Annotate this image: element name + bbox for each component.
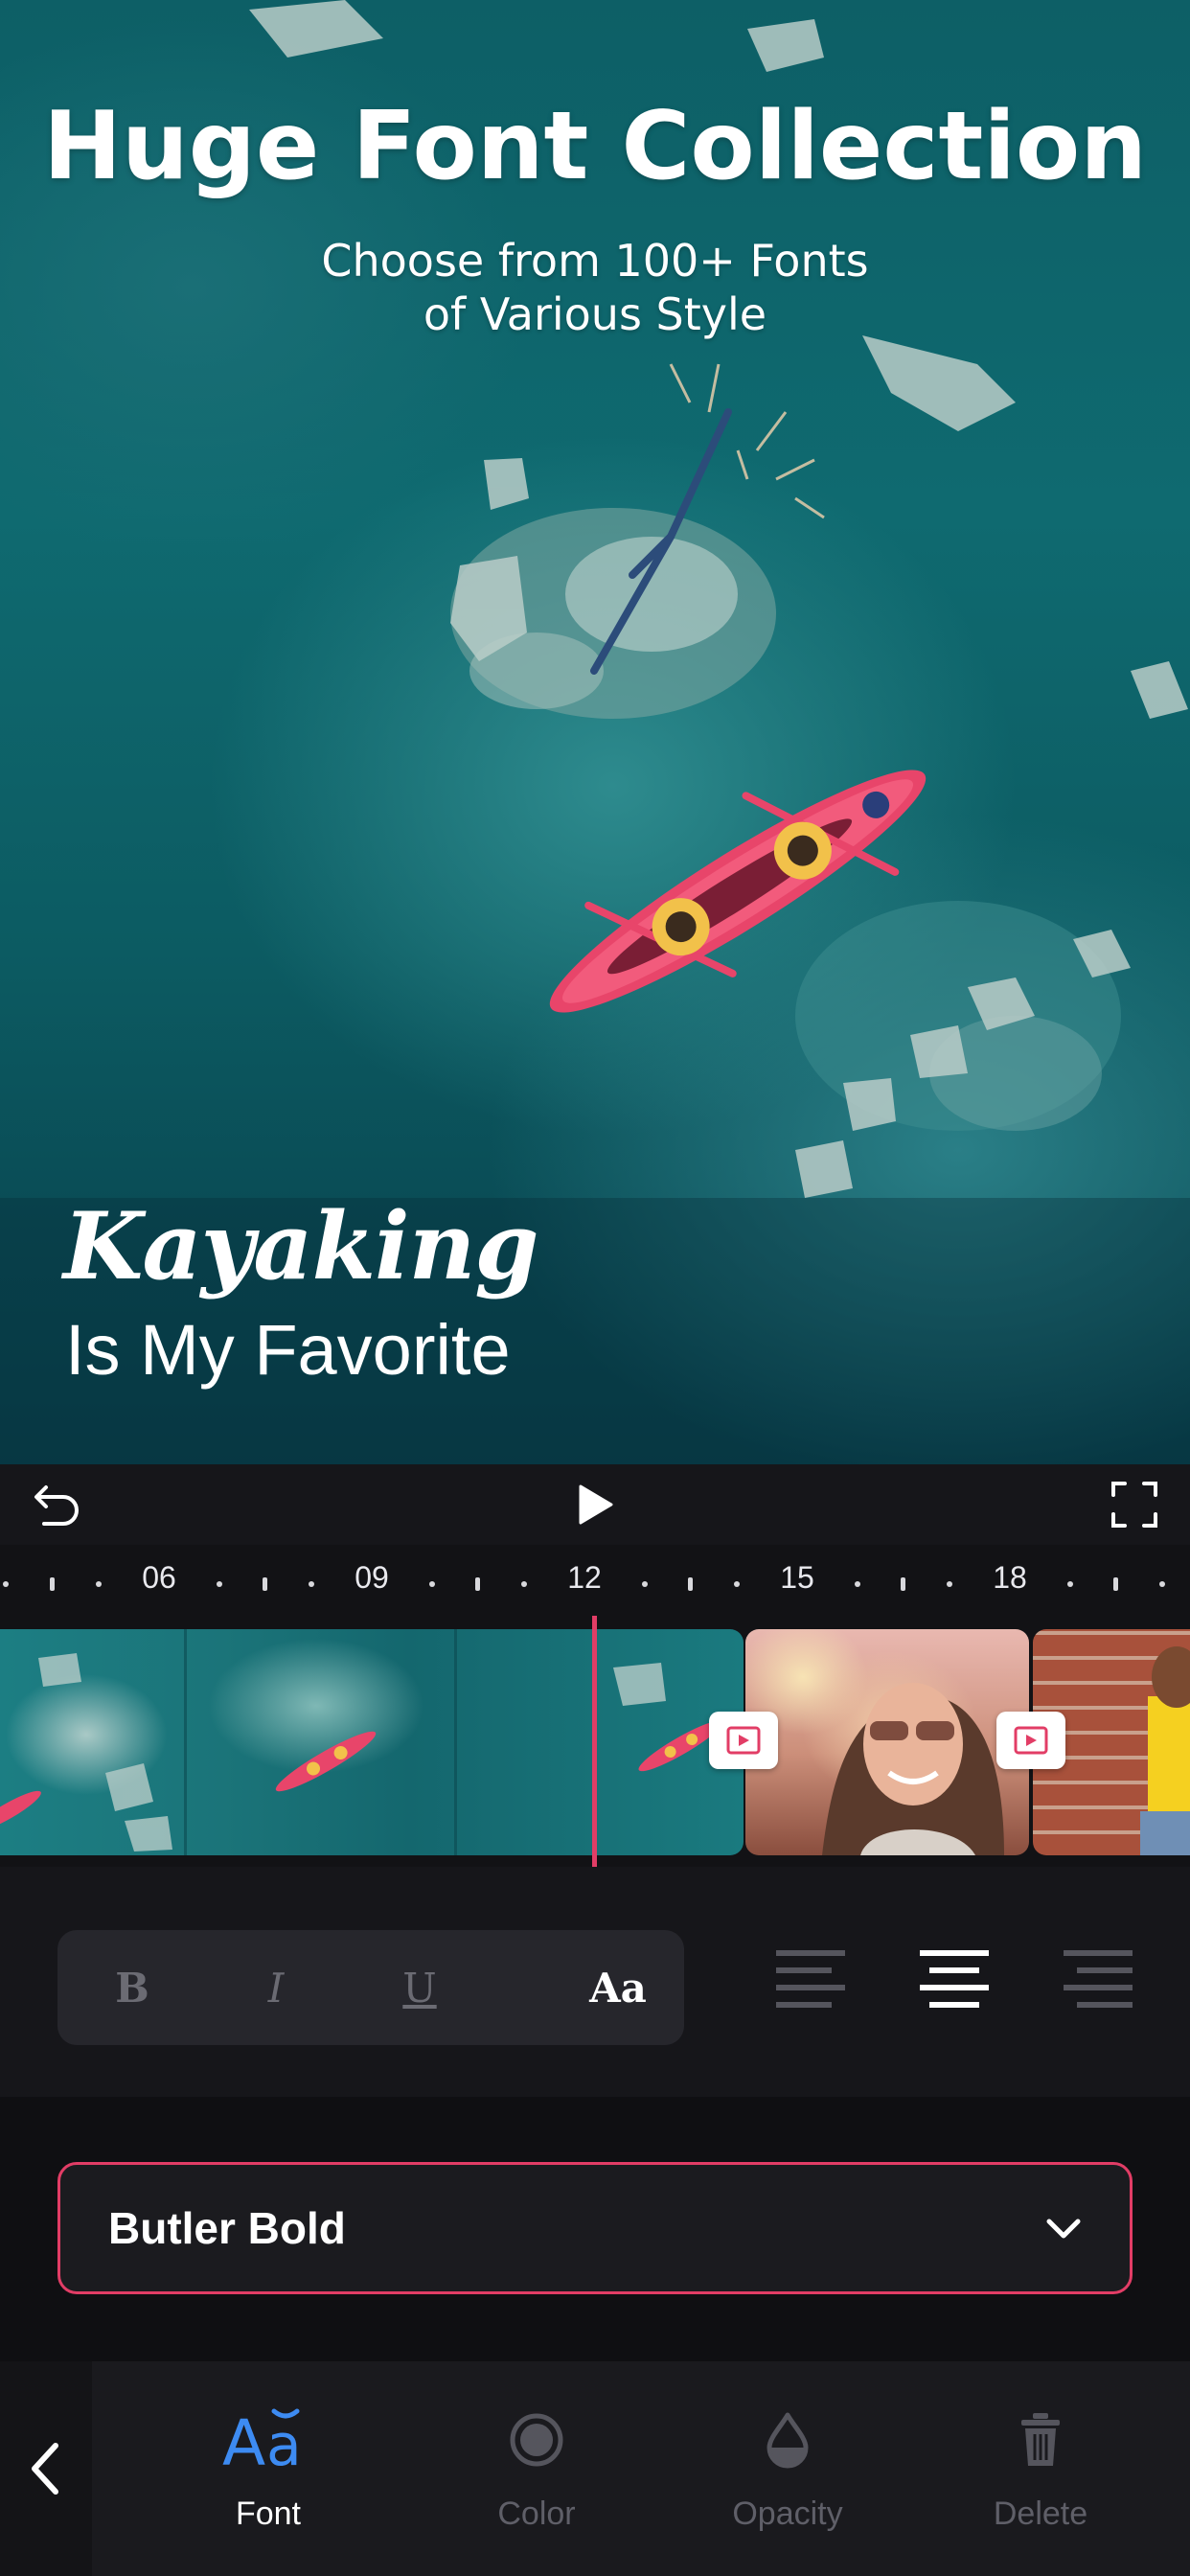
timeline-ruler[interactable]: 06 09 12 15 18	[0, 1545, 1190, 1622]
text-style-group: B I U Aa	[57, 1930, 684, 2045]
woman-sunglasses-clip[interactable]	[745, 1629, 1029, 1855]
fullscreen-icon	[1111, 1482, 1157, 1528]
kayak-clip[interactable]	[0, 1629, 744, 1855]
undo-button[interactable]	[27, 1474, 88, 1535]
opacity-tool[interactable]: Opacity	[682, 2361, 893, 2576]
transition-button[interactable]	[996, 1712, 1065, 1769]
promo-subtitle-line-2: of Various Style	[423, 288, 767, 340]
ruler-dot	[475, 1577, 480, 1591]
transition-button[interactable]	[709, 1712, 778, 1769]
text-format-row: B I U Aa	[0, 1867, 1190, 2097]
ruler-label: 06	[142, 1560, 176, 1595]
ruler-dot	[3, 1581, 9, 1587]
font-icon: A a	[163, 2402, 374, 2478]
transition-icon	[1014, 1726, 1048, 1755]
ruler-label: 09	[355, 1560, 389, 1595]
font-tool-label: Font	[235, 2496, 302, 2532]
align-left-icon	[776, 1950, 845, 2008]
kayak-clip-thumbnail	[0, 1629, 722, 1855]
svg-text:A: A	[222, 2406, 265, 2474]
ruler-dot	[1113, 1577, 1118, 1591]
undo-icon	[34, 1485, 79, 1526]
delete-tool-label: Delete	[993, 2496, 1088, 2532]
bold-button[interactable]: B	[96, 1930, 169, 2045]
fullscreen-button[interactable]	[1104, 1474, 1165, 1535]
svg-text:a: a	[266, 2412, 302, 2474]
ruler-label: 12	[567, 1560, 602, 1595]
text-case-button[interactable]: Aa	[565, 1930, 671, 2045]
bottom-toolbar: A a Font Color Opacity Delete	[0, 2361, 1190, 2576]
align-left-button[interactable]	[772, 1947, 849, 2028]
back-button[interactable]	[0, 2361, 92, 2576]
delete-tool[interactable]: Delete	[935, 2361, 1146, 2576]
ruler-dot	[642, 1581, 648, 1587]
woman-sunglasses-thumbnail	[822, 1683, 1004, 1855]
ruler-dot	[901, 1577, 905, 1591]
canvas-text-title[interactable]: Kayaking	[63, 1192, 539, 1300]
font-tool[interactable]: A a Font	[163, 2361, 374, 2576]
ruler-dot	[96, 1581, 102, 1587]
font-dropdown[interactable]: Butler Bold	[57, 2162, 1133, 2294]
font-dropdown-value: Butler Bold	[108, 2203, 346, 2253]
ruler-label: 15	[780, 1560, 814, 1595]
ruler-dot	[521, 1581, 527, 1587]
align-center-icon	[920, 1950, 989, 2008]
font-panel: Butler Bold	[0, 2097, 1190, 2361]
align-center-button[interactable]	[916, 1947, 993, 2028]
ruler-dot	[855, 1581, 860, 1587]
video-preview[interactable]: Huge Font Collection Choose from 100+ Fo…	[0, 0, 1190, 1464]
play-icon	[579, 1484, 613, 1525]
ruler-dot	[50, 1577, 55, 1591]
ruler-dot	[429, 1581, 435, 1587]
color-tool-label: Color	[497, 2496, 576, 2532]
align-right-button[interactable]	[1060, 1947, 1136, 2028]
ruler-dot	[947, 1581, 952, 1587]
align-right-icon	[1064, 1950, 1133, 2008]
ruler-label: 18	[993, 1560, 1027, 1595]
ruler-dot	[217, 1581, 222, 1587]
ruler-dot	[1159, 1581, 1165, 1587]
chevron-down-icon	[1046, 2219, 1081, 2239]
chevron-left-icon	[32, 2443, 58, 2495]
italic-button[interactable]: I	[240, 1930, 312, 2045]
color-icon	[431, 2402, 642, 2478]
video-editor-screen: Huge Font Collection Choose from 100+ Fo…	[0, 0, 1190, 2576]
play-button[interactable]	[563, 1474, 625, 1535]
opacity-tool-label: Opacity	[732, 2496, 843, 2532]
playhead[interactable]	[592, 1616, 597, 1869]
transition-icon	[726, 1726, 761, 1755]
canvas-text-subtitle[interactable]: Is My Favorite	[65, 1309, 511, 1391]
promo-subtitle: Choose from 100+ Fonts of Various Style	[0, 234, 1190, 341]
playback-controls	[0, 1464, 1190, 1545]
promo-subtitle-line-1: Choose from 100+ Fonts	[321, 235, 869, 287]
ruler-dot	[1067, 1581, 1073, 1587]
color-tool[interactable]: Color	[431, 2361, 642, 2576]
ruler-dot	[688, 1577, 693, 1591]
promo-title: Huge Font Collection	[42, 92, 1148, 201]
trash-icon	[935, 2402, 1146, 2478]
ruler-dot	[734, 1581, 740, 1587]
ruler-dot	[263, 1577, 267, 1591]
opacity-icon	[682, 2402, 893, 2478]
ruler-dot	[309, 1581, 314, 1587]
underline-button[interactable]: U	[383, 1930, 456, 2045]
